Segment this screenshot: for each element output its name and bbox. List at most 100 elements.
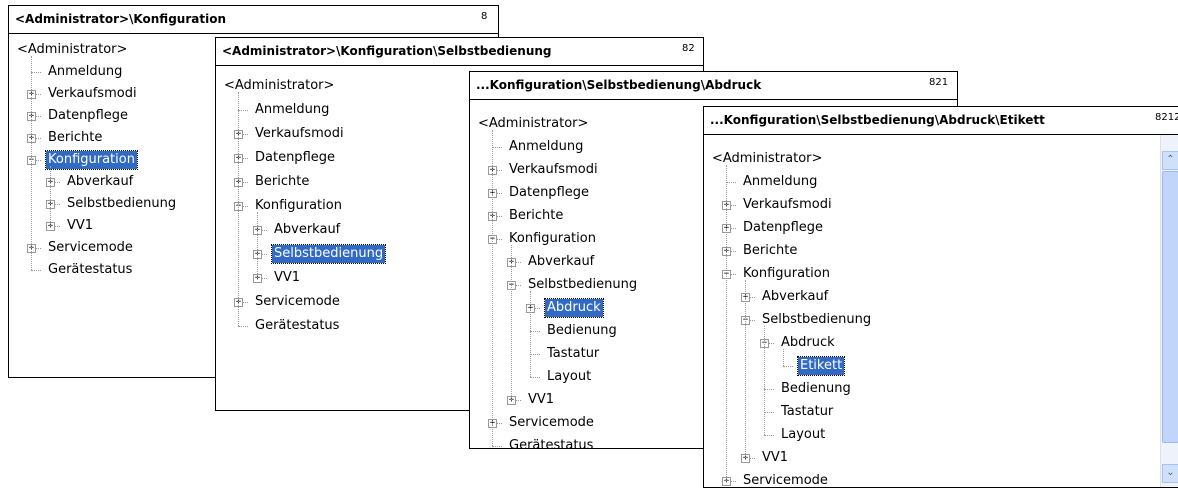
tree-view[interactable]: <Administrator> Anmeldung Verkaufsmodi + Dat… [704, 135, 1165, 487]
tree-item-label: VV1 [528, 392, 555, 407]
chevron-up-icon[interactable]: ⌃ [1162, 151, 1178, 170]
tree-item-label: Bedienung [547, 323, 617, 338]
tree-item-label: Verkaufsmodi [743, 197, 832, 212]
tree-item-label: Selbstbedienung [528, 277, 638, 292]
tree-item-label: Etikett [796, 356, 846, 376]
tree-item-label: Verkaufsmodi [255, 126, 344, 141]
tree-item-label: Konfiguration [509, 231, 596, 246]
tree-connector [745, 280, 746, 458]
tree-item[interactable]: Anmeldung [253, 100, 331, 120]
window-header: ...Konfiguration\Selbstbedienung\Abdruck… [704, 107, 1178, 135]
scrollbar-thumb[interactable] [1162, 171, 1178, 443]
tree-item[interactable]: Tastatur [545, 344, 601, 364]
tree-item[interactable]: Selbstbedienung [65, 194, 178, 214]
tree-item[interactable]: Verkaufsmodi [741, 195, 834, 215]
tree-item[interactable]: Servicemode [46, 238, 135, 258]
tree-item[interactable]: Anmeldung [741, 172, 819, 192]
tree-item[interactable]: Verkaufsmodi [253, 124, 346, 144]
tree-connector [764, 435, 774, 436]
tree-item[interactable]: Berichte [46, 128, 104, 148]
tree-item-label: Gerätestatus [255, 318, 340, 333]
tree-item[interactable]: Selbstbedienung [270, 244, 387, 264]
tree-item[interactable]: Gerätestatus [253, 316, 341, 336]
tree-item[interactable]: Berichte [253, 172, 311, 192]
tree-item[interactable]: VV1 [65, 216, 95, 236]
tree-connector [764, 389, 774, 390]
tree-item-label: Selbstbedienung [270, 244, 387, 264]
tree-item[interactable]: Verkaufsmodi [46, 84, 139, 104]
vertical-scrollbar[interactable]: ⌃ ⌄ [1160, 135, 1178, 487]
tree-item[interactable]: Berichte [741, 241, 799, 261]
tree-item[interactable]: Konfiguration [45, 150, 138, 170]
tree-item[interactable]: <Administrator> [222, 76, 336, 96]
tree-item-label: Selbstbedienung [67, 196, 177, 211]
tree-item[interactable]: Konfiguration [507, 229, 598, 249]
tree-item[interactable]: Verkaufsmodi [507, 160, 600, 180]
tree-item[interactable]: Abdruck [544, 298, 604, 318]
tree-item[interactable]: Abverkauf [65, 172, 135, 192]
tree-item[interactable]: Servicemode [741, 471, 830, 487]
tree-item[interactable]: <Administrator> [476, 114, 590, 134]
tree-item-label: Tastatur [781, 404, 834, 419]
tree-item[interactable]: Layout [779, 425, 827, 445]
tree-item[interactable]: Abverkauf [526, 252, 596, 272]
tree-item[interactable]: Bedienung [545, 321, 619, 341]
window-number: 821 [929, 77, 949, 88]
tree-item-label: Servicemode [255, 294, 340, 309]
tree-connector [511, 245, 512, 400]
tree-connector [726, 182, 736, 183]
tree-connector [783, 366, 793, 367]
tree-item-label: Anmeldung [48, 64, 123, 79]
tree-item[interactable]: Datenpflege [253, 148, 337, 168]
tree-item[interactable]: VV1 [526, 390, 556, 410]
tree-item[interactable]: Datenpflege [507, 183, 591, 203]
tree-connector [492, 130, 493, 446]
tree-item[interactable]: Gerätestatus [46, 260, 134, 280]
tree-item[interactable]: Etikett [796, 356, 846, 376]
tree-item[interactable]: <Administrator> [710, 149, 824, 169]
tree-connector [31, 56, 32, 270]
tree-item[interactable]: Anmeldung [46, 62, 124, 82]
tree-item[interactable]: Tastatur [779, 402, 835, 422]
tree-item[interactable]: Konfiguration [741, 264, 832, 284]
tree-item[interactable]: Servicemode [253, 292, 342, 312]
tree-connector [764, 412, 774, 413]
tree-item[interactable]: Berichte [507, 206, 565, 226]
tree-connector [783, 349, 784, 366]
tree-item[interactable]: Abverkauf [760, 287, 830, 307]
window-title: ...Konfiguration\Selbstbedienung\Abdruck… [710, 113, 1045, 127]
tree-item[interactable]: Layout [545, 367, 593, 387]
chevron-down-icon[interactable]: ⌄ [1162, 464, 1178, 483]
tree-item[interactable]: Abverkauf [272, 220, 342, 240]
tree-item[interactable]: Bedienung [779, 379, 853, 399]
tree-connector [764, 326, 765, 435]
tree-item-label: Anmeldung [743, 174, 818, 189]
tree-connector [257, 212, 258, 278]
tree-item[interactable]: Konfiguration [253, 196, 344, 216]
tree-item[interactable]: Servicemode [507, 413, 596, 433]
tree-item-label: VV1 [762, 450, 789, 465]
window-header: <Administrator>\Konfiguration\Selbstbedi… [216, 38, 703, 66]
tree-item-label: Verkaufsmodi [509, 162, 598, 177]
tree-item[interactable]: Selbstbedienung [526, 275, 639, 295]
tree-item[interactable]: Abdruck [779, 333, 837, 353]
tree-item-label: <Administrator> [224, 78, 335, 93]
tree-item-label: Anmeldung [255, 102, 330, 117]
tree-item[interactable]: VV1 [272, 268, 302, 288]
tree-connector [492, 446, 502, 447]
tree-item-label: Konfiguration [45, 150, 138, 170]
tree-item-label: Selbstbedienung [762, 312, 872, 327]
tree-connector [31, 72, 41, 73]
tree-item-label: Datenpflege [255, 150, 335, 165]
tree-item-label: Konfiguration [255, 198, 342, 213]
tree-item[interactable]: Selbstbedienung [760, 310, 873, 330]
tree-item[interactable]: Anmeldung [507, 137, 585, 157]
tree-item[interactable]: Datenpflege [741, 218, 825, 238]
tree-item-label: <Administrator> [712, 151, 823, 166]
tree-item[interactable]: <Administrator> [15, 40, 129, 60]
tree-item[interactable]: Gerätestatus [507, 436, 595, 448]
tree-item-label: Layout [547, 369, 592, 384]
tree-item[interactable]: Datenpflege [46, 106, 130, 126]
tree-item-label: Abverkauf [528, 254, 595, 269]
tree-item[interactable]: VV1 [760, 448, 790, 468]
